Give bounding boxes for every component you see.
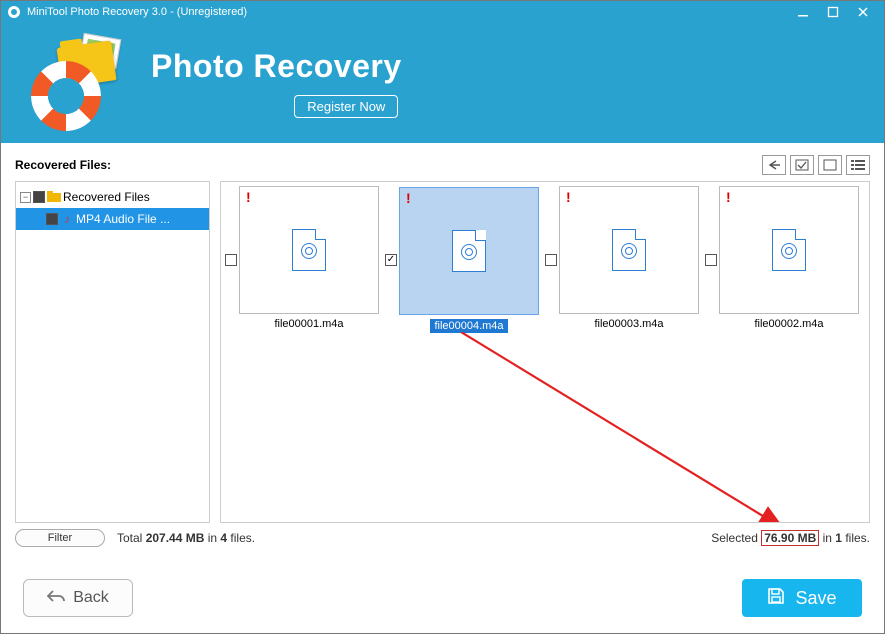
save-button-label: Save (795, 588, 836, 609)
file-icon (612, 229, 646, 271)
app-logo (31, 36, 126, 131)
bottom-bar: Back Save (1, 563, 884, 633)
warning-icon: ! (566, 189, 571, 205)
file-icon (292, 229, 326, 271)
tree-child-mp4[interactable]: ♪ MP4 Audio File ... (16, 208, 209, 230)
list-view-icon[interactable] (846, 155, 870, 175)
thumb-item[interactable]: ! file00004.m4a (385, 186, 539, 334)
warning-icon: ! (246, 189, 251, 205)
view-toolbar (762, 155, 870, 175)
titlebar: MiniTool Photo Recovery 3.0 - (Unregiste… (1, 1, 884, 23)
tri-state-checkbox[interactable] (46, 213, 58, 225)
thumbnail-pane[interactable]: ! file00001.m4a ! file00004.m4a (220, 181, 870, 523)
thumb-preview[interactable]: ! (239, 186, 379, 314)
save-button[interactable]: Save (742, 579, 862, 617)
thumb-preview[interactable]: ! (399, 187, 539, 315)
back-button[interactable]: Back (23, 579, 133, 617)
minimize-button[interactable] (788, 2, 818, 22)
thumb-checkbox[interactable] (705, 254, 717, 266)
thumb-item[interactable]: ! file00002.m4a (705, 186, 859, 334)
thumb-item[interactable]: ! file00001.m4a (225, 186, 379, 334)
tree-pane[interactable]: − Recovered Files ♪ MP4 Audio File ... (15, 181, 210, 523)
warning-icon: ! (406, 190, 411, 206)
maximize-button[interactable] (818, 2, 848, 22)
thumb-preview[interactable]: ! (559, 186, 699, 314)
file-icon (452, 230, 486, 272)
file-icon (772, 229, 806, 271)
tree-root-label: Recovered Files (63, 190, 150, 204)
single-view-icon[interactable] (818, 155, 842, 175)
window-title: MiniTool Photo Recovery 3.0 - (Unregiste… (27, 6, 247, 18)
file-type-icon: ♪ (60, 212, 74, 226)
folder-icon (47, 191, 61, 203)
filter-button[interactable]: Filter (15, 529, 105, 547)
register-now-button[interactable]: Register Now (294, 95, 398, 118)
selected-status: Selected 76.90 MB in 1 files. (711, 531, 870, 545)
header-banner: Photo Recovery Register Now (1, 23, 884, 143)
back-arrow-icon[interactable] (762, 155, 786, 175)
thumb-filename: file00001.m4a (270, 314, 347, 334)
thumb-checkbox[interactable] (545, 254, 557, 266)
close-button[interactable] (848, 2, 878, 22)
thumb-filename: file00004.m4a (430, 319, 507, 333)
tri-state-checkbox[interactable] (33, 191, 45, 203)
thumb-preview[interactable]: ! (719, 186, 859, 314)
banner-title: Photo Recovery (151, 48, 402, 85)
thumb-filename: file00002.m4a (750, 314, 827, 334)
recovered-files-label: Recovered Files: (15, 158, 111, 172)
status-bar: Filter Total 207.44 MB in 4 files. Selec… (15, 523, 870, 547)
collapse-icon[interactable]: − (20, 192, 31, 203)
save-icon (767, 587, 785, 610)
warning-icon: ! (726, 189, 731, 205)
thumb-checkbox[interactable] (385, 254, 397, 266)
thumb-filename: file00003.m4a (590, 314, 667, 334)
check-view-icon[interactable] (790, 155, 814, 175)
undo-icon (47, 589, 65, 608)
thumb-checkbox[interactable] (225, 254, 237, 266)
tree-child-label: MP4 Audio File ... (76, 212, 170, 226)
annotation-arrow-icon (461, 332, 801, 523)
tree-root[interactable]: − Recovered Files (16, 186, 209, 208)
total-status: Total 207.44 MB in 4 files. (117, 531, 255, 545)
back-button-label: Back (73, 589, 109, 607)
app-icon (7, 5, 21, 19)
thumb-item[interactable]: ! file00003.m4a (545, 186, 699, 334)
